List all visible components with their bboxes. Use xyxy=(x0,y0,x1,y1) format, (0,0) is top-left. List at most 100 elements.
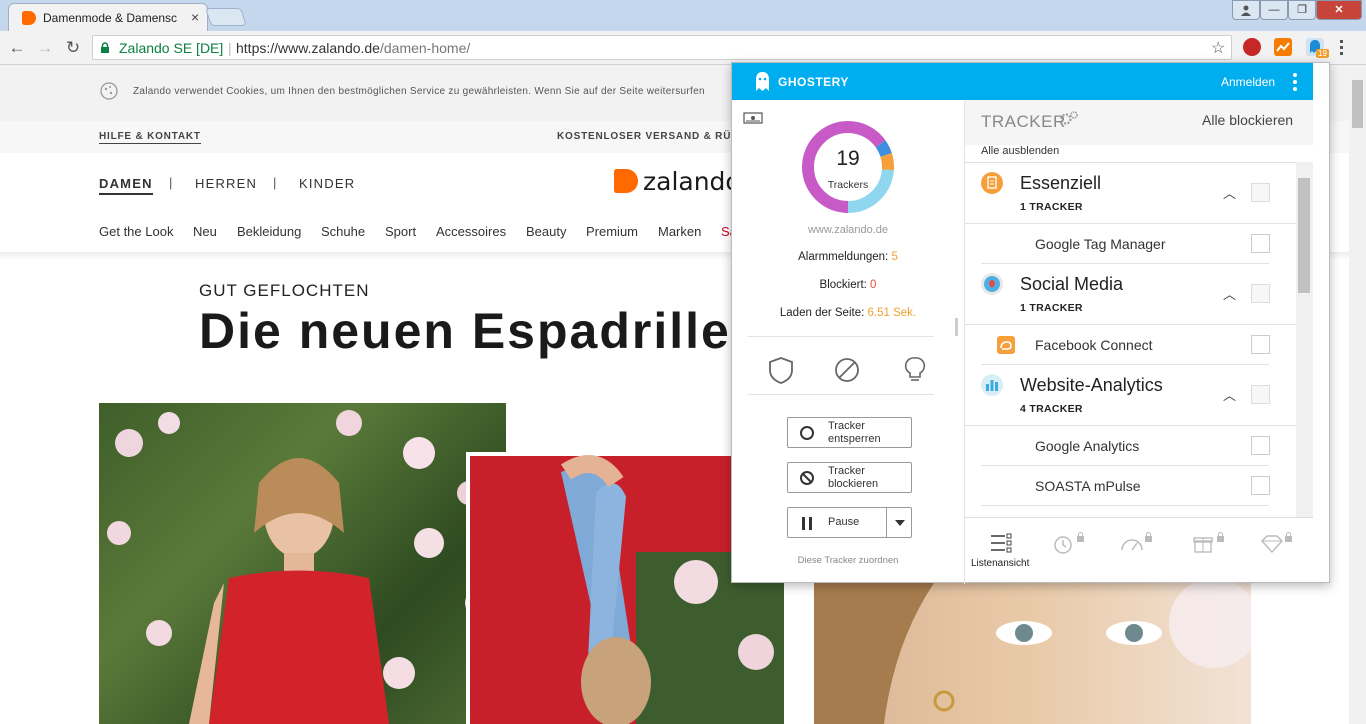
hero-image-3[interactable] xyxy=(814,583,1251,724)
tracker-block-checkbox[interactable] xyxy=(1251,476,1270,495)
list-view-icon[interactable] xyxy=(989,532,1013,554)
pause-button[interactable]: Pause xyxy=(787,507,912,538)
tracker-row[interactable]: Google Tag Manager xyxy=(981,224,1270,264)
circle-icon xyxy=(800,426,814,440)
chevron-up-icon[interactable]: ︿ xyxy=(1223,385,1236,404)
rewards-locked-icon[interactable] xyxy=(1191,532,1227,554)
category-social-media[interactable]: Social Media 1 TRACKER ︿ xyxy=(965,264,1296,325)
tracker-row[interactable]: Google Analytics xyxy=(981,426,1270,466)
blocked-value: 0 xyxy=(870,279,877,291)
category-shoes[interactable]: Schuhe xyxy=(321,224,365,239)
page-scrollbar-thumb[interactable] xyxy=(1352,80,1363,128)
reload-icon[interactable]: ↻ xyxy=(62,37,84,59)
address-bar[interactable]: Zalando SE [DE] | https://www.zalando.de… xyxy=(92,35,1232,60)
block-all-link[interactable]: Alle blockieren xyxy=(1202,112,1293,128)
category-site-analytics[interactable]: Website-Analytics 4 TRACKER ︿ xyxy=(965,365,1296,426)
tracker-block-checkbox[interactable] xyxy=(1251,436,1270,455)
chevron-up-icon[interactable]: ︿ xyxy=(1223,284,1236,303)
detailed-view-icon[interactable] xyxy=(743,112,763,124)
page-scrollbar[interactable] xyxy=(1349,65,1366,724)
pause-dropdown-icon[interactable] xyxy=(895,520,905,526)
close-window-button[interactable]: ✕ xyxy=(1316,0,1362,20)
category-brands[interactable]: Marken xyxy=(658,224,701,239)
restrict-site-button[interactable]: Tracker blockieren xyxy=(787,462,912,493)
category-name: Essenziell xyxy=(1020,173,1102,193)
category-block-checkbox[interactable] xyxy=(1251,284,1270,303)
tracker-list-scrollbar-thumb[interactable] xyxy=(1298,178,1310,293)
url-text: https://www.zalando.de/damen-home/ xyxy=(236,40,470,56)
nav-men[interactable]: HERREN xyxy=(195,176,257,191)
category-block-checkbox[interactable] xyxy=(1251,385,1270,404)
history-locked-icon[interactable] xyxy=(1051,532,1087,554)
category-count: 1 TRACKER xyxy=(1020,302,1083,314)
nav-women[interactable]: DAMEN xyxy=(99,176,153,195)
zalando-favicon-icon xyxy=(22,11,36,25)
pause-icon xyxy=(802,517,812,530)
category-accessories[interactable]: Accessoires xyxy=(436,224,506,239)
performance-locked-icon[interactable] xyxy=(1119,532,1155,554)
lock-icon xyxy=(101,42,109,53)
social-media-icon xyxy=(981,273,1003,295)
category-name: Social Media xyxy=(1020,274,1124,294)
analytics-icon xyxy=(981,374,1003,396)
category-essential[interactable]: Essenziell 1 TRACKER ︿ xyxy=(965,163,1296,224)
hero-image-1[interactable] xyxy=(99,403,506,724)
tracker-count-label: Trackers xyxy=(827,179,869,191)
restrict-icon[interactable] xyxy=(834,357,860,383)
extension-red-icon[interactable] xyxy=(1243,38,1261,56)
category-new[interactable]: Neu xyxy=(193,224,217,239)
chevron-up-icon[interactable]: ︿ xyxy=(1223,183,1236,202)
extension-chart-icon[interactable] xyxy=(1274,38,1292,56)
tracker-row[interactable]: SOASTA mPulse xyxy=(981,466,1270,506)
tracker-row[interactable]: Facebook Connect xyxy=(981,325,1270,365)
tab-bar: Damenmode & Damensc × — ❐ ✕ xyxy=(0,0,1366,31)
tracker-block-checkbox[interactable] xyxy=(1251,234,1270,253)
premium-locked-icon[interactable] xyxy=(1259,532,1295,554)
category-block-checkbox[interactable] xyxy=(1251,183,1270,202)
minimize-button[interactable]: — xyxy=(1260,0,1288,20)
browser-menu-icon[interactable] xyxy=(1340,40,1344,56)
category-get-the-look[interactable]: Get the Look xyxy=(99,224,173,239)
zalando-logo-icon xyxy=(614,169,638,193)
trust-site-button[interactable]: Tracker entsperren xyxy=(787,417,912,448)
nav-kids[interactable]: KINDER xyxy=(299,176,355,191)
site-domain: www.zalando.de xyxy=(807,224,889,236)
back-arrow-icon[interactable]: ← xyxy=(6,37,28,59)
category-premium[interactable]: Premium xyxy=(586,224,638,239)
category-count: 1 TRACKER xyxy=(1020,201,1083,213)
ghostery-brand: GHOSTERY xyxy=(778,75,849,89)
category-sport[interactable]: Sport xyxy=(385,224,416,239)
free-shipping-text: KOSTENLOSER VERSAND & RÜC xyxy=(557,131,740,142)
gear-icon[interactable] xyxy=(1059,111,1079,125)
signin-link[interactable]: Anmelden xyxy=(1221,75,1275,89)
ghostery-badge: 19 xyxy=(1316,49,1329,58)
ghost-logo-icon xyxy=(756,72,769,91)
page-load-stat: Laden der Seite: 6.51 Sek. xyxy=(779,307,917,319)
help-contact-link[interactable]: HILFE & KONTAKT xyxy=(99,131,201,144)
nav-separator: | xyxy=(169,175,173,190)
ghostery-menu-icon[interactable] xyxy=(1293,73,1297,91)
ghostery-extension-icon[interactable]: 19 xyxy=(1306,38,1329,58)
tracker-title: TRACKER xyxy=(981,112,1066,131)
hide-all-link[interactable]: Alle ausblenden xyxy=(981,145,1059,157)
category-clothing[interactable]: Bekleidung xyxy=(237,224,301,239)
new-tab-button[interactable] xyxy=(205,8,247,26)
block-icon xyxy=(800,471,814,485)
maximize-button[interactable]: ❐ xyxy=(1288,0,1316,20)
category-beauty[interactable]: Beauty xyxy=(526,224,566,239)
user-icon[interactable] xyxy=(1232,0,1260,20)
tracker-list: Essenziell 1 TRACKER ︿ Google Tag Manage… xyxy=(965,162,1296,517)
tracker-count: 19 xyxy=(836,147,860,170)
cookie-text: Zalando verwendet Cookies, um Ihnen den … xyxy=(133,86,705,97)
tracker-name: SOASTA mPulse xyxy=(1035,478,1141,494)
shield-icon[interactable] xyxy=(768,356,794,384)
bookmark-star-icon[interactable]: ☆ xyxy=(1211,38,1225,58)
map-trackers-link[interactable]: Diese Tracker zuordnen xyxy=(732,555,964,566)
tab-close-icon[interactable]: × xyxy=(191,9,199,25)
tracker-block-checkbox[interactable] xyxy=(1251,335,1270,354)
panel-resize-handle[interactable] xyxy=(955,318,958,336)
portrait-image xyxy=(814,583,1251,724)
forward-arrow-icon[interactable]: → xyxy=(34,37,56,59)
lightbulb-icon[interactable] xyxy=(904,356,926,384)
tab-active[interactable]: Damenmode & Damensc × xyxy=(8,3,208,31)
